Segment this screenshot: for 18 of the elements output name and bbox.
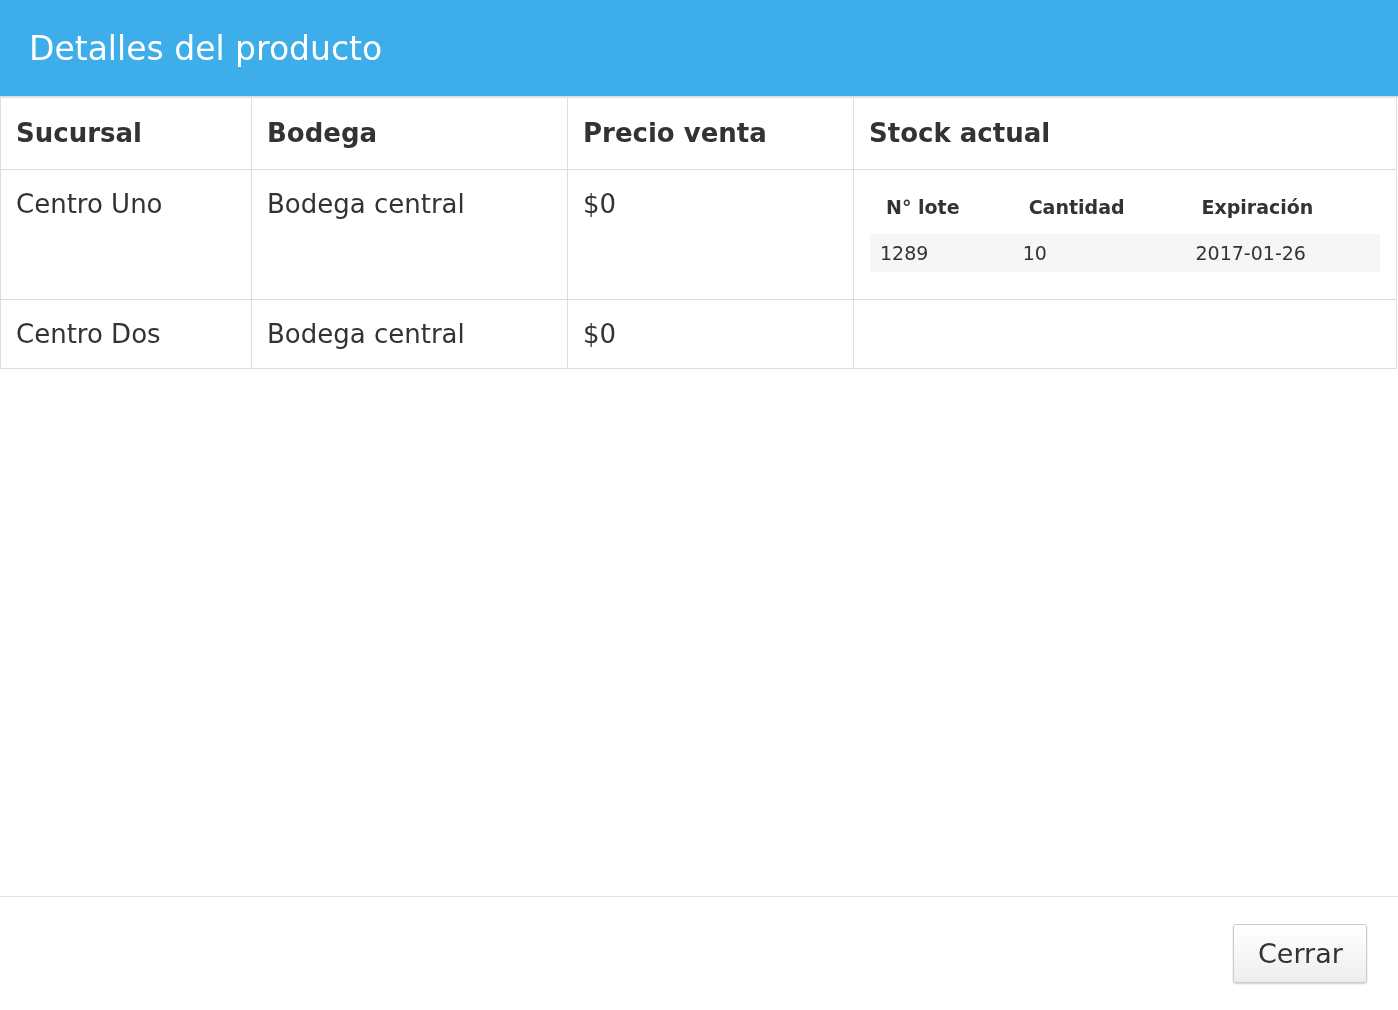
column-header: Sucursal bbox=[0, 96, 252, 170]
close-button[interactable]: Cerrar bbox=[1233, 924, 1367, 983]
table-cell: $0 bbox=[567, 169, 854, 300]
table-cell: Centro Dos bbox=[0, 299, 252, 369]
column-header: Stock actual bbox=[853, 96, 1397, 170]
column-header: Bodega bbox=[251, 96, 568, 170]
table-cell: Bodega central bbox=[251, 299, 568, 369]
table-cell: Bodega central bbox=[251, 169, 568, 300]
lot-cell: 1289 bbox=[870, 234, 1013, 272]
lot-cell: 2017-01-26 bbox=[1185, 234, 1380, 272]
lot-cell: 10 bbox=[1012, 234, 1186, 272]
column-header: Precio venta bbox=[567, 96, 854, 170]
dialog-title: Detalles del producto bbox=[29, 28, 383, 68]
table-cell: $0 bbox=[567, 299, 854, 369]
table-cell: Centro Uno bbox=[0, 169, 252, 300]
lot-column-header: N° lote bbox=[870, 190, 1013, 234]
lot-column-header: Expiración bbox=[1185, 190, 1380, 234]
lot-column-header: Cantidad bbox=[1012, 190, 1186, 234]
